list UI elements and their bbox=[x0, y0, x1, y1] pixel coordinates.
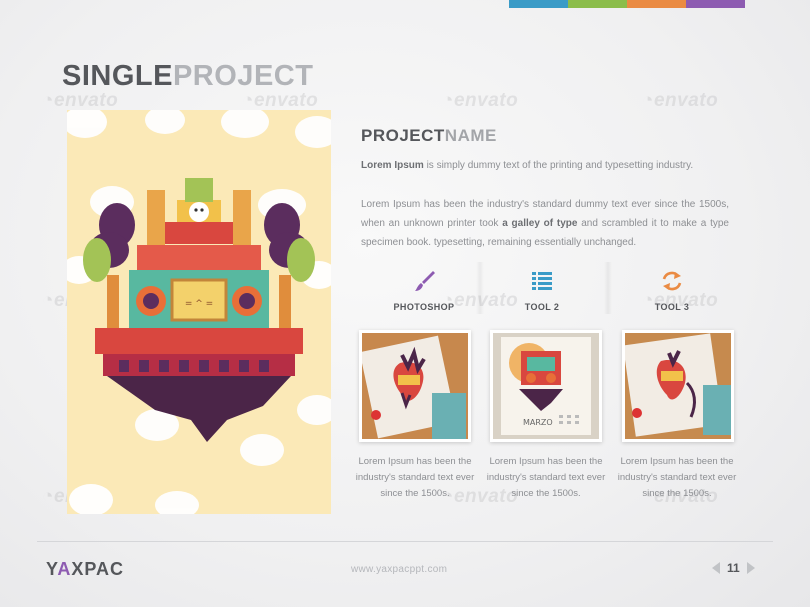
tool-label: TOOL 2 bbox=[524, 302, 560, 312]
watermark: envato bbox=[642, 90, 718, 112]
pagination: 11 bbox=[712, 561, 755, 575]
lead-bold-text: Lorem Ipsum bbox=[361, 160, 424, 171]
prev-page-arrow-icon[interactable] bbox=[712, 562, 720, 574]
watermark: envato bbox=[442, 90, 518, 112]
thumbnail-2[interactable]: MARZO bbox=[490, 330, 602, 442]
brand-logo: YAXPAC bbox=[46, 559, 124, 580]
thumbnail-1-caption: Lorem Ipsum has been the industry's stan… bbox=[355, 456, 475, 499]
brand-text-2: XPAC bbox=[71, 559, 125, 579]
lead-rest-text: is simply dummy text of the printing and… bbox=[423, 160, 694, 171]
body-bold-text: a galley of type bbox=[502, 218, 578, 229]
tool-2: TOOL 2 bbox=[487, 268, 597, 312]
title-part-2: PROJECT bbox=[172, 60, 314, 92]
website-url[interactable]: www.yaxpacppt.com bbox=[351, 564, 447, 575]
title-part-1: SINGLE bbox=[62, 60, 173, 92]
color-swatch-orange bbox=[627, 0, 686, 8]
list-icon bbox=[532, 272, 552, 290]
tool-3: TOOL 3 bbox=[617, 268, 727, 312]
brand-text-1: Y bbox=[46, 559, 58, 579]
watermark: envato bbox=[242, 90, 318, 112]
project-poster-image: = ^ = bbox=[67, 110, 331, 514]
footer-divider bbox=[37, 541, 773, 542]
thumbnail-1[interactable] bbox=[359, 330, 471, 442]
next-page-arrow-icon[interactable] bbox=[746, 562, 755, 574]
tool-label: PHOTOSHOP bbox=[393, 302, 455, 312]
color-accent-bar bbox=[509, 0, 745, 8]
project-name-part-2: NAME bbox=[444, 126, 497, 145]
color-swatch-blue bbox=[509, 0, 568, 8]
refresh-icon bbox=[662, 271, 682, 291]
brand-text-accent: A bbox=[57, 559, 72, 579]
tool-divider bbox=[604, 262, 612, 314]
color-swatch-green bbox=[568, 0, 627, 8]
thumbnail-2-caption: Lorem Ipsum has been the industry's stan… bbox=[486, 456, 606, 499]
tool-label: TOOL 3 bbox=[654, 302, 690, 312]
project-lead-text: Lorem Ipsum is simply dummy text of the … bbox=[361, 158, 731, 174]
tool-photoshop: PHOTOSHOP bbox=[369, 268, 479, 312]
page-number: 11 bbox=[727, 561, 740, 575]
tool-divider bbox=[476, 262, 484, 314]
page-title: SINGLEPROJECT bbox=[62, 60, 313, 92]
color-swatch-purple bbox=[686, 0, 745, 8]
thumbnail-3-caption: Lorem Ipsum has been the industry's stan… bbox=[617, 456, 737, 499]
project-body-text: Lorem Ipsum has been the industry's stan… bbox=[361, 195, 729, 252]
project-name-part-1: PROJECT bbox=[361, 126, 445, 145]
brush-icon bbox=[415, 271, 435, 291]
thumbnail-3[interactable] bbox=[622, 330, 734, 442]
svg-text:= ^ =: = ^ = bbox=[185, 299, 213, 309]
project-name-heading: PROJECTNAME bbox=[361, 126, 497, 146]
watermark: envato bbox=[42, 90, 118, 112]
calendar-month-text: MARZO bbox=[523, 418, 553, 427]
